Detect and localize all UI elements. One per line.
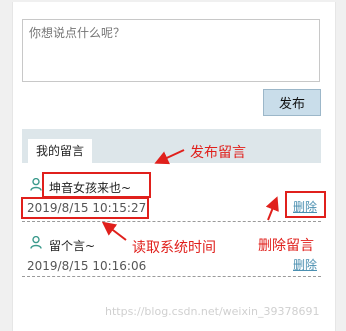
annotation-read-time: 读取系统时间	[132, 240, 216, 256]
arrow-to-delete	[265, 196, 279, 221]
annotation-delete: 删除留言	[258, 238, 314, 254]
arrow-to-message	[154, 149, 185, 165]
annotation-arrows	[101, 149, 279, 241]
annotation-publish: 发布留言	[190, 145, 246, 161]
arrow-to-time	[101, 221, 127, 241]
watermark: https://blog.csdn.net/weixin_39378691	[105, 305, 320, 318]
